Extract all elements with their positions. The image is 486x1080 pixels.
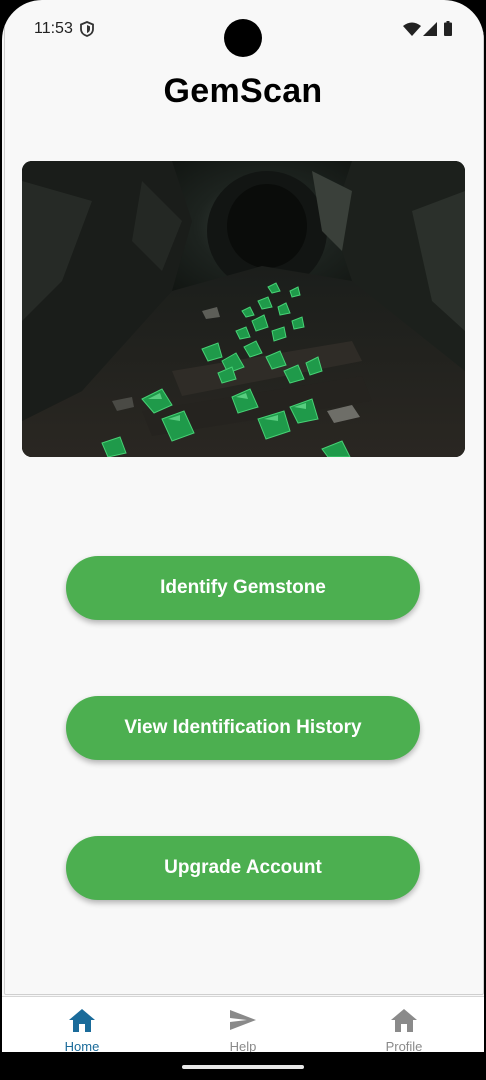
upgrade-account-button[interactable]: Upgrade Account [66,836,420,900]
cell-signal-icon [423,22,437,36]
send-icon [230,1010,256,1030]
nav-profile[interactable]: Profile [364,997,444,1052]
nav-profile-label: Profile [385,1039,423,1052]
app-title: GemScan [163,72,323,110]
gem-mine-illustration [22,161,465,457]
wifi-icon [403,22,421,36]
nav-home[interactable]: Home [42,997,122,1052]
status-bar: 11:53 [2,0,484,58]
home-icon [391,1009,417,1032]
shield-icon [80,21,94,37]
nav-help[interactable]: Help [203,997,283,1052]
home-indicator[interactable] [182,1065,304,1069]
camera-cutout [224,19,262,57]
home-icon [69,1009,95,1032]
view-history-button[interactable]: View Identification History [66,696,420,760]
battery-icon [444,21,452,36]
identify-gemstone-button[interactable]: Identify Gemstone [66,556,420,620]
status-time: 11:53 [34,20,73,37]
nav-home-label: Home [64,1039,100,1052]
hero-image [22,161,465,457]
nav-help-label: Help [229,1039,257,1052]
bottom-navigation: Home Help Profile [2,996,484,1052]
app-screen: 11:53 GemScan Identify Gemstone View Ide… [2,0,484,1052]
phone-frame: 11:53 GemScan Identify Gemstone View Ide… [0,0,486,1080]
